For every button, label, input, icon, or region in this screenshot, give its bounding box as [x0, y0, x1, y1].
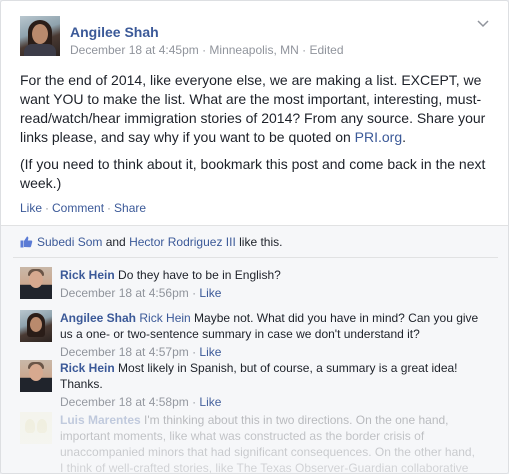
divider [13, 257, 498, 258]
post-location[interactable]: Minneapolis, MN [209, 43, 298, 57]
commenter-avatar[interactable] [20, 310, 52, 342]
author-avatar[interactable] [20, 16, 60, 56]
comment-text: Most likely in Spanish, but of course, a… [60, 361, 458, 391]
post-edited[interactable]: Edited [309, 43, 343, 57]
comments-section: Subedi Som and Hector Rodriguez III like… [1, 225, 508, 473]
comment-time[interactable]: December 18 at 4:58pm [60, 395, 189, 409]
like-link[interactable]: Like [20, 201, 42, 215]
thumbs-up-icon [20, 235, 33, 248]
comment-meta: December 18 at 4:57pm · Like [60, 345, 222, 359]
comment-time[interactable]: December 18 at 4:56pm [60, 286, 189, 300]
commenter-avatar[interactable] [20, 267, 52, 299]
comment-like-link[interactable]: Like [199, 395, 221, 409]
pri-link[interactable]: PRI.org [355, 129, 402, 145]
comment-body: Rick Hein Do they have to be in English?… [60, 267, 480, 301]
post-card: Angilee Shah December 18 at 4:45pm · Min… [0, 0, 509, 474]
comment-meta: December 18 at 4:56pm · Like [60, 286, 222, 300]
share-link[interactable]: Share [114, 201, 146, 215]
liker-2[interactable]: Hector Rodriguez III [129, 235, 236, 249]
comment-meta: December 18 at 4:58pm · Like [60, 395, 222, 409]
comment-like-link[interactable]: Like [199, 345, 221, 359]
comment-text: Do they have to be in English? [114, 268, 281, 282]
post-actions: Like · Comment · Share [20, 201, 147, 215]
post-date[interactable]: December 18 at 4:45pm [70, 43, 199, 57]
liker-1[interactable]: Subedi Som [37, 235, 102, 249]
likes-summary: Subedi Som and Hector Rodriguez III like… [20, 235, 282, 249]
post-paragraph: (If you need to think about it, bookmark… [20, 156, 486, 191]
author-name[interactable]: Angilee Shah [70, 24, 159, 40]
commenter-avatar[interactable] [20, 412, 52, 444]
comment-body: Angilee Shah Rick Hein Maybe not. What d… [60, 310, 480, 360]
commenter-name[interactable]: Luis Marentes [60, 413, 141, 427]
mention-link[interactable]: Rick Hein [139, 311, 190, 325]
comment-body: Luis Marentes I'm thinking about this in… [60, 412, 480, 473]
comment-link[interactable]: Comment [52, 201, 104, 215]
commenter-name[interactable]: Angilee Shah [60, 311, 136, 325]
comment-body: Rick Hein Most likely in Spanish, but of… [60, 360, 480, 410]
post-body: For the end of 2014, like everyone else,… [20, 71, 490, 201]
post-header: Angilee Shah December 18 at 4:45pm · Min… [20, 16, 490, 60]
post-paragraph: For the end of 2014, like everyone else,… [20, 72, 486, 145]
commenter-name[interactable]: Rick Hein [60, 361, 115, 375]
commenter-name[interactable]: Rick Hein [60, 268, 115, 282]
chevron-down-icon[interactable] [476, 20, 490, 30]
comment-time[interactable]: December 18 at 4:57pm [60, 345, 189, 359]
comment-like-link[interactable]: Like [199, 286, 221, 300]
post-meta: December 18 at 4:45pm · Minneapolis, MN … [70, 43, 344, 57]
commenter-avatar[interactable] [20, 360, 52, 392]
